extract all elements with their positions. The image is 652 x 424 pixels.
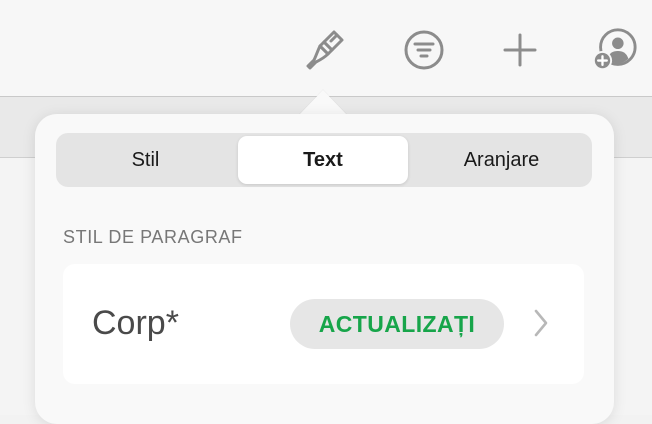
- popover-arrow: [299, 90, 347, 115]
- update-style-button[interactable]: ACTUALIZAȚI: [290, 299, 504, 349]
- plus-icon: [503, 33, 537, 67]
- tab-arrange[interactable]: Aranjare: [414, 136, 589, 184]
- format-tabs: Stil Text Aranjare: [56, 133, 592, 187]
- tab-style[interactable]: Stil: [59, 136, 232, 184]
- paintbrush-icon: [306, 30, 344, 70]
- filter-icon: [404, 30, 444, 70]
- toolbar: [0, 0, 652, 97]
- format-button[interactable]: [301, 26, 349, 74]
- format-popover: Stil Text Aranjare STIL DE PARAGRAF Corp…: [35, 114, 614, 424]
- organize-button[interactable]: [400, 26, 448, 74]
- paragraph-style-row[interactable]: Corp* ACTUALIZAȚI: [63, 264, 584, 384]
- paragraph-style-name: Corp*: [92, 304, 179, 342]
- section-title: STIL DE PARAGRAF: [63, 227, 243, 247]
- tab-text[interactable]: Text: [238, 136, 408, 184]
- collaborate-button[interactable]: [590, 26, 638, 74]
- add-button[interactable]: [496, 26, 544, 74]
- add-person-icon: [592, 28, 637, 71]
- chevron-right-icon: [534, 309, 548, 337]
